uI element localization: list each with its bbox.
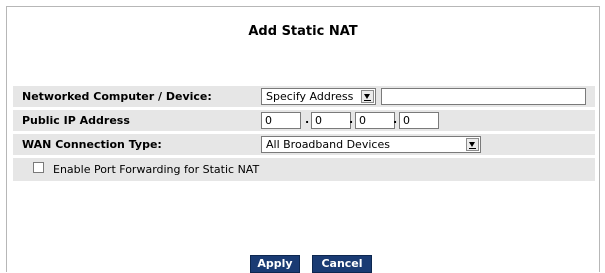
ip-octet-4[interactable]	[399, 112, 439, 129]
device-select-value: Specify Address	[266, 90, 354, 103]
port-forwarding-checkbox[interactable]	[33, 162, 44, 173]
ip-octet-3-input[interactable]	[356, 113, 394, 128]
chevron-down-icon[interactable]	[361, 90, 374, 103]
wan-type-row: WAN Connection Type: All Broadband Devic…	[13, 134, 595, 155]
ip-octet-1-input[interactable]	[262, 113, 300, 128]
public-ip-label: Public IP Address	[22, 114, 130, 127]
wan-type-select-value: All Broadband Devices	[266, 138, 390, 151]
apply-button[interactable]: Apply	[250, 255, 300, 273]
ip-separator: .	[349, 113, 354, 126]
port-forwarding-row: Enable Port Forwarding for Static NAT	[13, 158, 595, 181]
networked-device-label: Networked Computer / Device:	[22, 90, 212, 103]
networked-device-row: Networked Computer / Device: Specify Add…	[13, 86, 595, 107]
chevron-down-icon[interactable]	[466, 138, 479, 151]
page-title: Add Static NAT	[248, 24, 358, 39]
ip-separator: .	[393, 113, 398, 126]
wan-type-select[interactable]: All Broadband Devices	[261, 136, 481, 153]
content-panel: Add Static NAT Networked Computer / Devi…	[6, 6, 600, 273]
address-input[interactable]	[381, 88, 586, 105]
address-text-field[interactable]	[382, 89, 585, 104]
ip-octet-2[interactable]	[311, 112, 351, 129]
public-ip-row: Public IP Address . . .	[13, 110, 595, 131]
cancel-button[interactable]: Cancel	[312, 255, 372, 273]
ip-octet-4-input[interactable]	[400, 113, 438, 128]
port-forwarding-label: Enable Port Forwarding for Static NAT	[53, 163, 260, 176]
ip-octet-3[interactable]	[355, 112, 395, 129]
wan-type-label: WAN Connection Type:	[22, 138, 162, 151]
ip-octet-1[interactable]	[261, 112, 301, 129]
ip-octet-2-input[interactable]	[312, 113, 350, 128]
device-select[interactable]: Specify Address	[261, 88, 376, 105]
ip-separator: .	[305, 113, 310, 126]
